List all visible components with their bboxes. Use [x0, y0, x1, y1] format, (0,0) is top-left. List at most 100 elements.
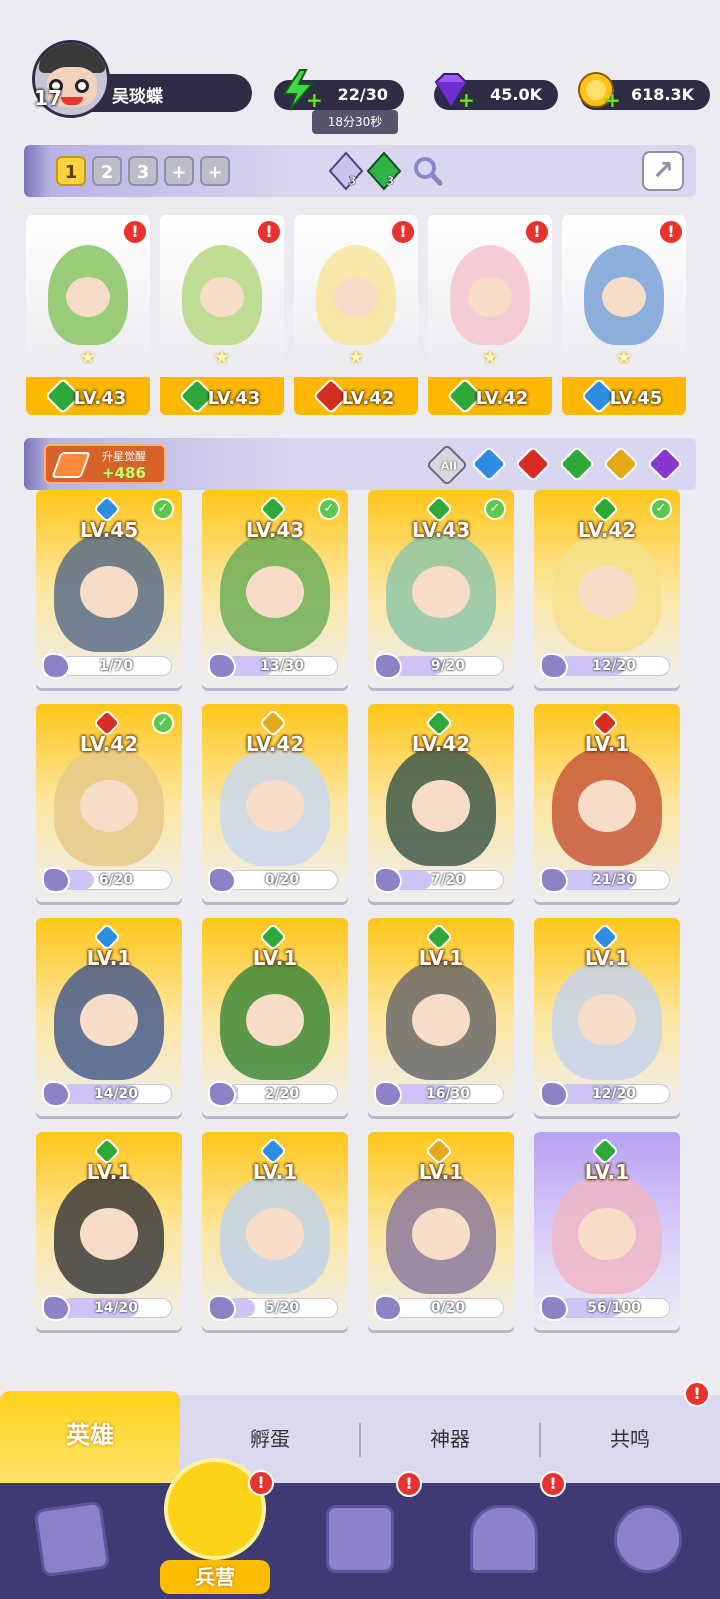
filter-bar: 升星觉醒 +486 All	[24, 438, 696, 490]
gem-value: 45.0K	[490, 85, 542, 104]
search-icon[interactable]	[408, 151, 448, 191]
mushroom-icon	[614, 1505, 682, 1573]
awaken-button[interactable]: 升星觉醒 +486	[44, 444, 166, 484]
shard-count: 14/20	[93, 1086, 139, 1102]
share-button[interactable]: ↗	[642, 151, 684, 191]
nav-shop[interactable]	[432, 1483, 576, 1599]
hero-card[interactable]: LV.42 7/20	[368, 704, 514, 902]
hero-face	[602, 277, 646, 317]
shard-count: 2/20	[264, 1086, 300, 1102]
hero-face	[578, 780, 636, 832]
filter-fire-icon[interactable]	[514, 445, 552, 483]
filter-light-icon[interactable]	[602, 445, 640, 483]
team-tab-1[interactable]: 1	[56, 156, 86, 186]
hero-face	[246, 780, 304, 832]
shard-count: 9/20	[430, 658, 466, 674]
team-tab-2[interactable]: 2	[92, 156, 122, 186]
hero-level: LV.1	[86, 1160, 132, 1184]
resonance-alert-badge: !	[684, 1381, 710, 1407]
shard-icon	[208, 1295, 236, 1321]
hero-card[interactable]: LV.1 16/30	[368, 918, 514, 1116]
shard-progress-bar: 2/20	[226, 1084, 338, 1104]
hero-face	[80, 994, 138, 1046]
hero-face	[246, 1208, 304, 1260]
shard-icon	[374, 653, 402, 679]
hero-face	[578, 994, 636, 1046]
team-hero-card[interactable]: ★ LV.43 !	[160, 215, 284, 415]
player-level: 17	[34, 86, 62, 110]
shard-icon	[42, 1081, 70, 1107]
add-energy-icon[interactable]: +	[306, 90, 323, 110]
hero-card[interactable]: LV.1 12/20	[534, 918, 680, 1116]
shard-progress-bar: 6/20	[60, 870, 172, 890]
team-hero-card[interactable]: ★ LV.42 !	[428, 215, 552, 415]
deployed-check-icon: ✓	[484, 498, 506, 520]
shard-count: 0/20	[430, 1300, 466, 1316]
hero-card[interactable]: LV.1 21/30	[534, 704, 680, 902]
nav-cards[interactable]	[0, 1483, 144, 1599]
hero-card[interactable]: ✓ LV.43 13/30	[202, 490, 348, 688]
hero-card[interactable]: LV.1 56/100	[534, 1132, 680, 1330]
tab-artifacts[interactable]: 神器	[360, 1395, 540, 1483]
hero-card[interactable]: LV.42 0/20	[202, 704, 348, 902]
shard-icon	[540, 1081, 568, 1107]
hero-level: LV.43	[245, 518, 305, 542]
filter-dark-icon[interactable]	[646, 445, 684, 483]
tab-heroes[interactable]: 英雄	[0, 1391, 180, 1483]
add-gems-icon[interactable]: +	[458, 90, 475, 110]
sub-tab-bar: 英雄 孵蛋 神器 共鸣 !	[0, 1381, 720, 1483]
team-hero-card[interactable]: ★ LV.45 !	[562, 215, 686, 415]
hero-card[interactable]: LV.1 0/20	[368, 1132, 514, 1330]
hero-card[interactable]: ✓ LV.42 6/20	[36, 704, 182, 902]
shard-icon	[208, 1081, 236, 1107]
team-hero-level: LV.42	[475, 388, 529, 409]
shard-count: 1/70	[98, 658, 134, 674]
add-coins-icon[interactable]: +	[604, 90, 621, 110]
team-tab-add-2[interactable]: +	[200, 156, 230, 186]
nav-map[interactable]	[288, 1483, 432, 1599]
bottom-nav: ! !	[0, 1471, 720, 1599]
team-tab-add-1[interactable]: +	[164, 156, 194, 186]
nav-guild[interactable]	[576, 1483, 720, 1599]
shard-icon	[208, 867, 236, 893]
alert-badge: !	[390, 219, 416, 245]
shard-icon	[42, 867, 70, 893]
hero-face	[246, 566, 304, 618]
hero-card[interactable]: ✓ LV.43 9/20	[368, 490, 514, 688]
team-hero-card[interactable]: ★ LV.42 !	[294, 215, 418, 415]
hero-stars: ★	[213, 347, 231, 368]
hero-face	[334, 277, 378, 317]
shard-icon	[374, 1295, 402, 1321]
green-crystal-icon[interactable]: 3	[364, 151, 404, 191]
shard-icon	[208, 653, 236, 679]
shard-count: 21/30	[591, 872, 637, 888]
purple-crystal-icon[interactable]: 3	[326, 151, 366, 191]
tab-resonance[interactable]: 共鸣	[540, 1395, 720, 1483]
cards-icon	[33, 1500, 111, 1578]
shard-progress-bar: 0/20	[392, 1298, 504, 1318]
nav-barracks-label: 兵营	[160, 1560, 270, 1594]
deployed-check-icon: ✓	[650, 498, 672, 520]
hero-card[interactable]: LV.1 14/20	[36, 1132, 182, 1330]
shard-count: 16/30	[425, 1086, 471, 1102]
filter-water-icon[interactable]	[470, 445, 508, 483]
hero-card[interactable]: LV.1 5/20	[202, 1132, 348, 1330]
filter-all-button[interactable]: All	[425, 443, 469, 487]
filter-nature-icon[interactable]	[558, 445, 596, 483]
alert-badge: !	[122, 219, 148, 245]
team-hero-card[interactable]: ★ LV.43 !	[26, 215, 150, 415]
green-crystal-count: 3	[386, 174, 394, 188]
shard-count: 12/20	[591, 1086, 637, 1102]
team-tab-3[interactable]: 3	[128, 156, 158, 186]
map-alert-badge: !	[396, 1471, 422, 1497]
shard-progress-bar: 0/20	[226, 870, 338, 890]
hero-card[interactable]: ✓ LV.45 1/70	[36, 490, 182, 688]
shard-progress-bar: 9/20	[392, 656, 504, 676]
top-bar: 17 吴琰蝶 22/30 + 18分30秒 45.0K + 618.3K +	[0, 0, 720, 140]
energy-value: 22/30	[337, 85, 388, 104]
hero-face	[200, 277, 244, 317]
hero-card[interactable]: ✓ LV.42 12/20	[534, 490, 680, 688]
hero-card[interactable]: LV.1 14/20	[36, 918, 182, 1116]
shard-progress-bar: 5/20	[226, 1298, 338, 1318]
hero-card[interactable]: LV.1 2/20	[202, 918, 348, 1116]
